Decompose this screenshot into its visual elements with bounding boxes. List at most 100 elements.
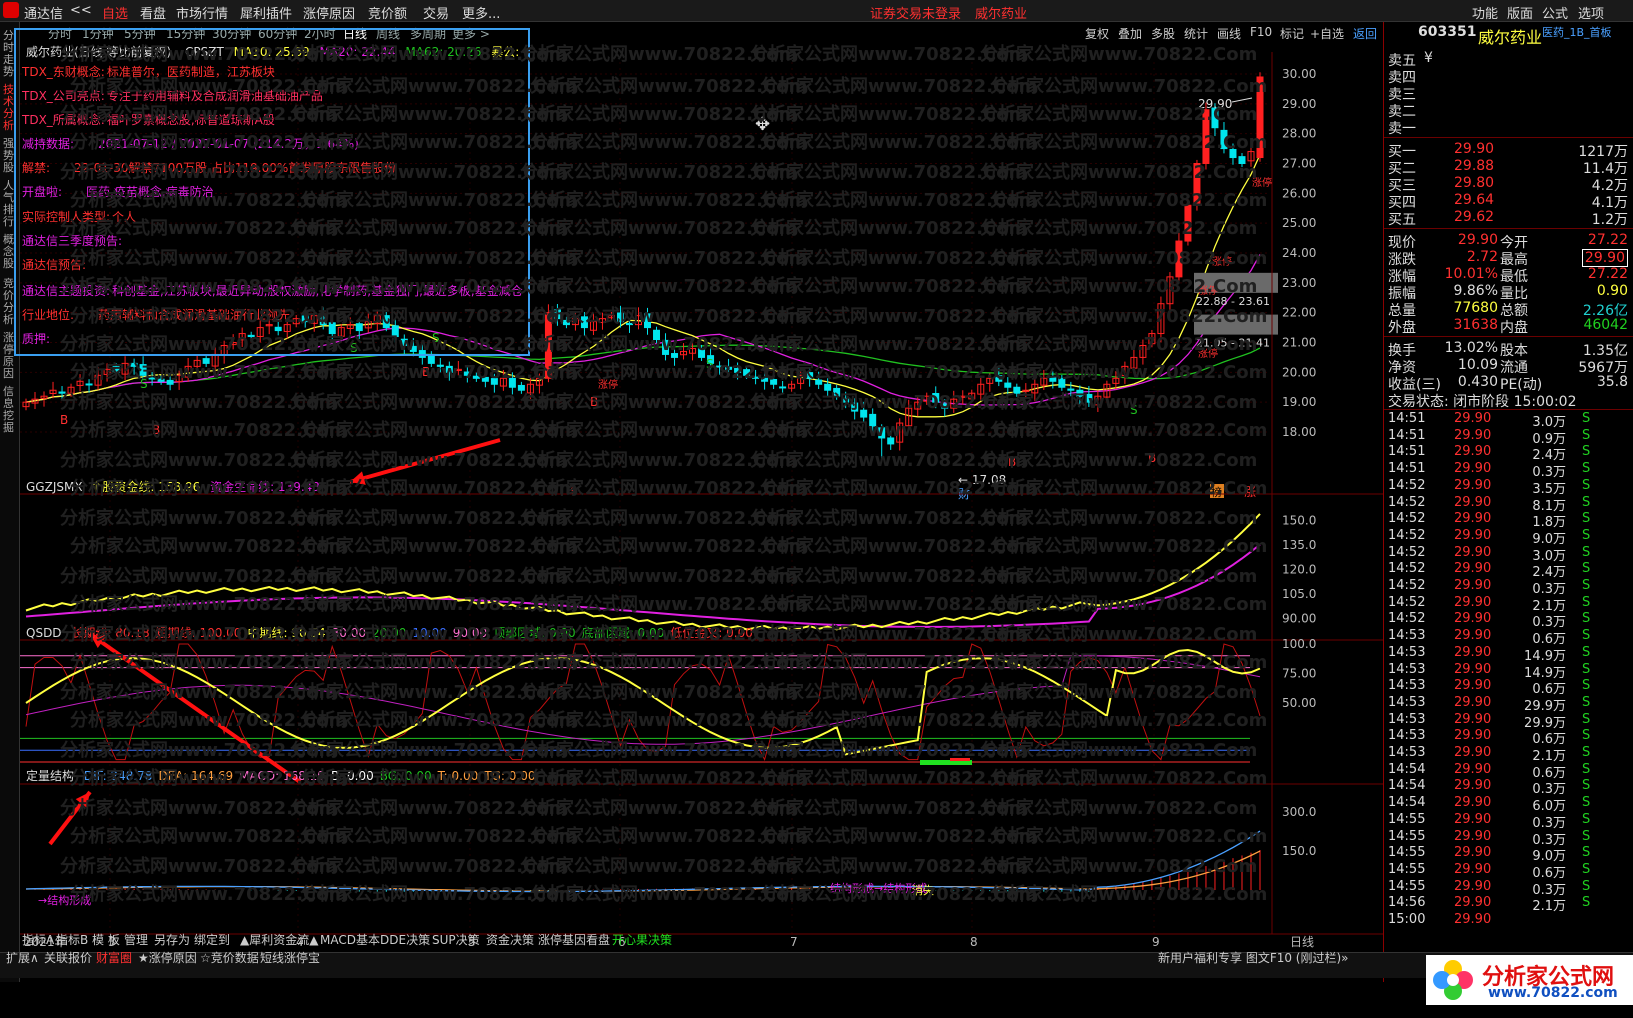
bottom-tab[interactable]: 绑定到 — [194, 931, 230, 948]
tick-time: 14:55 — [1388, 861, 1426, 877]
tick-time: 15:00 — [1388, 912, 1426, 927]
candle-body — [779, 386, 787, 389]
tick-row: 14:52 29.90 8.1万 S — [1388, 494, 1628, 514]
bid-row: 买三 29.80 4.2万 — [1388, 175, 1628, 194]
tick-time: 14:52 — [1388, 561, 1426, 577]
price-axis-label: 18.00 — [1282, 425, 1316, 439]
bottom-link[interactable]: 关联报价 — [44, 949, 92, 966]
info-line-value: 医药,疫苗概念,病毒防治 — [86, 185, 214, 199]
tick-row: 14:54 29.90 0.6万 S — [1388, 762, 1628, 781]
price-axis-label: 23.00 — [1282, 276, 1316, 290]
info-line: 减持数据: 2021-07-12 / 2022-01-07 (214.2万，1.6… — [22, 135, 359, 152]
panel4-value: TG: 0.00 — [484, 769, 536, 783]
bottom-link[interactable]: ★涨停原因 — [138, 949, 197, 966]
bottom-tab[interactable]: DDE决策 — [380, 931, 430, 948]
candle-body — [508, 377, 516, 388]
candle-body — [1229, 148, 1237, 159]
bottom-tab[interactable]: 指标B — [56, 931, 88, 948]
stat-row: 收益(三) 0.430 PE(动) 35.8 — [1388, 374, 1628, 393]
ask-symbol: ¥ — [1424, 50, 1433, 66]
bottom-link[interactable]: 短线涨停宝 — [260, 949, 320, 966]
tick-side: S — [1582, 628, 1591, 644]
bottom-toolbar: 指标A 指标B 模 板管理 另存为 绑定到 ▲犀利资金流▲ MACD基本 DDE决策 SUP决策… — [0, 933, 1633, 978]
tick-time: 14:52 — [1388, 578, 1426, 593]
candle-body — [544, 312, 552, 379]
bottom-tab[interactable]: 管理 — [124, 931, 148, 948]
price-range-label: 21.05 - 21.41 — [1196, 337, 1270, 350]
tick-price: 29.90 — [1454, 594, 1492, 610]
bottom-tab[interactable]: ▲犀利资金流▲ — [240, 931, 318, 948]
candle-body — [166, 379, 174, 385]
bottom-tab[interactable]: 涨停基因看盘 — [538, 931, 610, 948]
menu-plugin[interactable]: 犀利插件 — [240, 3, 292, 22]
menu-formula[interactable]: 公式 — [1542, 3, 1568, 22]
menu-options[interactable]: 选项 — [1578, 3, 1604, 22]
bottom-link[interactable]: 财富圈 — [96, 949, 132, 966]
quote-divider — [1384, 228, 1633, 229]
tick-side: S — [1582, 711, 1591, 727]
panel4-value: DEA: 164.69 — [158, 769, 234, 783]
stat-row: 涨幅 10.01% 最低 27.22 — [1388, 266, 1628, 285]
candle-body — [752, 376, 760, 379]
bottom-link[interactable]: ☆竞价数据 — [200, 949, 259, 966]
panel2-axis-label: 120.0 — [1282, 563, 1316, 577]
bottom-link[interactable]: 扩展∧ — [6, 949, 39, 966]
tick-row: 14:53 29.90 14.9万 S — [1388, 645, 1628, 664]
nav-back-button[interactable]: << — [70, 3, 92, 18]
stock-info-box: TDX_东财概念: 标准普尔，医药制造，江苏板块 TDX_公司亮点: 专注于药用辅料及… — [14, 28, 530, 356]
menu-zixuan[interactable]: 自选 — [102, 3, 128, 22]
candle-body — [1193, 163, 1201, 206]
stat-value: 27.22 — [1587, 266, 1628, 282]
bid-volume: 1.2万 — [1591, 212, 1628, 228]
candle-body — [1175, 240, 1183, 278]
candle-body — [815, 379, 823, 385]
quote-panel: 603351 威尔药业 医药_1B_首板 卖五 ¥ 卖四 卖三 卖二 卖一 买一 29.90 1217… — [1383, 22, 1633, 982]
ask-row: 卖二 — [1388, 101, 1628, 120]
menu-zt-reason[interactable]: 涨停原因 — [303, 3, 355, 22]
tick-price: 29.90 — [1454, 494, 1492, 510]
candle-body — [490, 378, 498, 385]
menu-trade[interactable]: 交易 — [423, 3, 449, 22]
ggzjsmx-panel: 150.0 135.0 120.0 105.0 90.00 — [25, 513, 1316, 632]
high-price-label: 29.90 — [1198, 97, 1232, 111]
tick-row: 14:53 29.90 0.6万 S — [1388, 678, 1628, 697]
candle-body — [671, 353, 679, 358]
bottom-tab[interactable]: 指标A — [22, 931, 54, 948]
tick-time: 14:52 — [1388, 511, 1426, 527]
bottom-tab[interactable]: MACD基本 — [320, 931, 380, 948]
info-line: 行业地位: 药用辅料和合成润滑基础油行业领先 — [22, 306, 290, 323]
bottom-tab[interactable]: 另存为 — [154, 931, 190, 948]
bottom-tab[interactable]: SUP决策 — [432, 931, 480, 948]
news-ticker[interactable]: 新用户福利专享 图文F10 (刚过栏)» — [1158, 949, 1349, 966]
bottom-tab[interactable]: 资金决策 — [486, 931, 534, 948]
candle-body — [1202, 109, 1210, 165]
panel3-axis-label: 75.00 — [1282, 667, 1316, 681]
candle-body — [1004, 382, 1012, 388]
bottom-tab[interactable]: 模 板 — [92, 931, 120, 948]
tick-price: 29.90 — [1454, 778, 1492, 794]
candle-body — [472, 375, 480, 379]
login-status[interactable]: 证券交易未登录 — [870, 3, 961, 22]
candle-body — [1058, 378, 1066, 388]
candle-body — [743, 369, 751, 376]
menu-layout[interactable]: 版面 — [1507, 3, 1533, 22]
stat-row: 外盘 31638 内盘 46042 — [1388, 317, 1628, 336]
menu-auction[interactable]: 竞价额 — [368, 3, 407, 22]
price-axis-label: 22.00 — [1282, 306, 1316, 320]
tick-side: S — [1582, 561, 1591, 577]
menu-kanpan[interactable]: 看盘 — [140, 3, 166, 22]
capital-lifeline — [25, 543, 1261, 628]
menu-more[interactable]: 更多... — [462, 3, 500, 22]
structure-label-3: 消失 — [912, 883, 934, 897]
candle-body — [1256, 76, 1264, 159]
stock-code: 603351 — [1418, 24, 1477, 40]
nav-info[interactable]: 信息挖掘 — [3, 386, 17, 434]
tick-time: 14:55 — [1388, 878, 1426, 894]
menu-function[interactable]: 功能 — [1472, 3, 1498, 22]
candle-body — [202, 358, 210, 364]
app-logo-icon — [3, 2, 19, 18]
bottom-tab[interactable]: 开心果决策 — [612, 931, 672, 948]
tick-row: 14:53 29.90 2.1万 S — [1388, 745, 1628, 764]
menu-market[interactable]: 市场行情 — [176, 3, 228, 22]
stock-sector[interactable]: 医药_1B_首板 — [1542, 24, 1612, 40]
